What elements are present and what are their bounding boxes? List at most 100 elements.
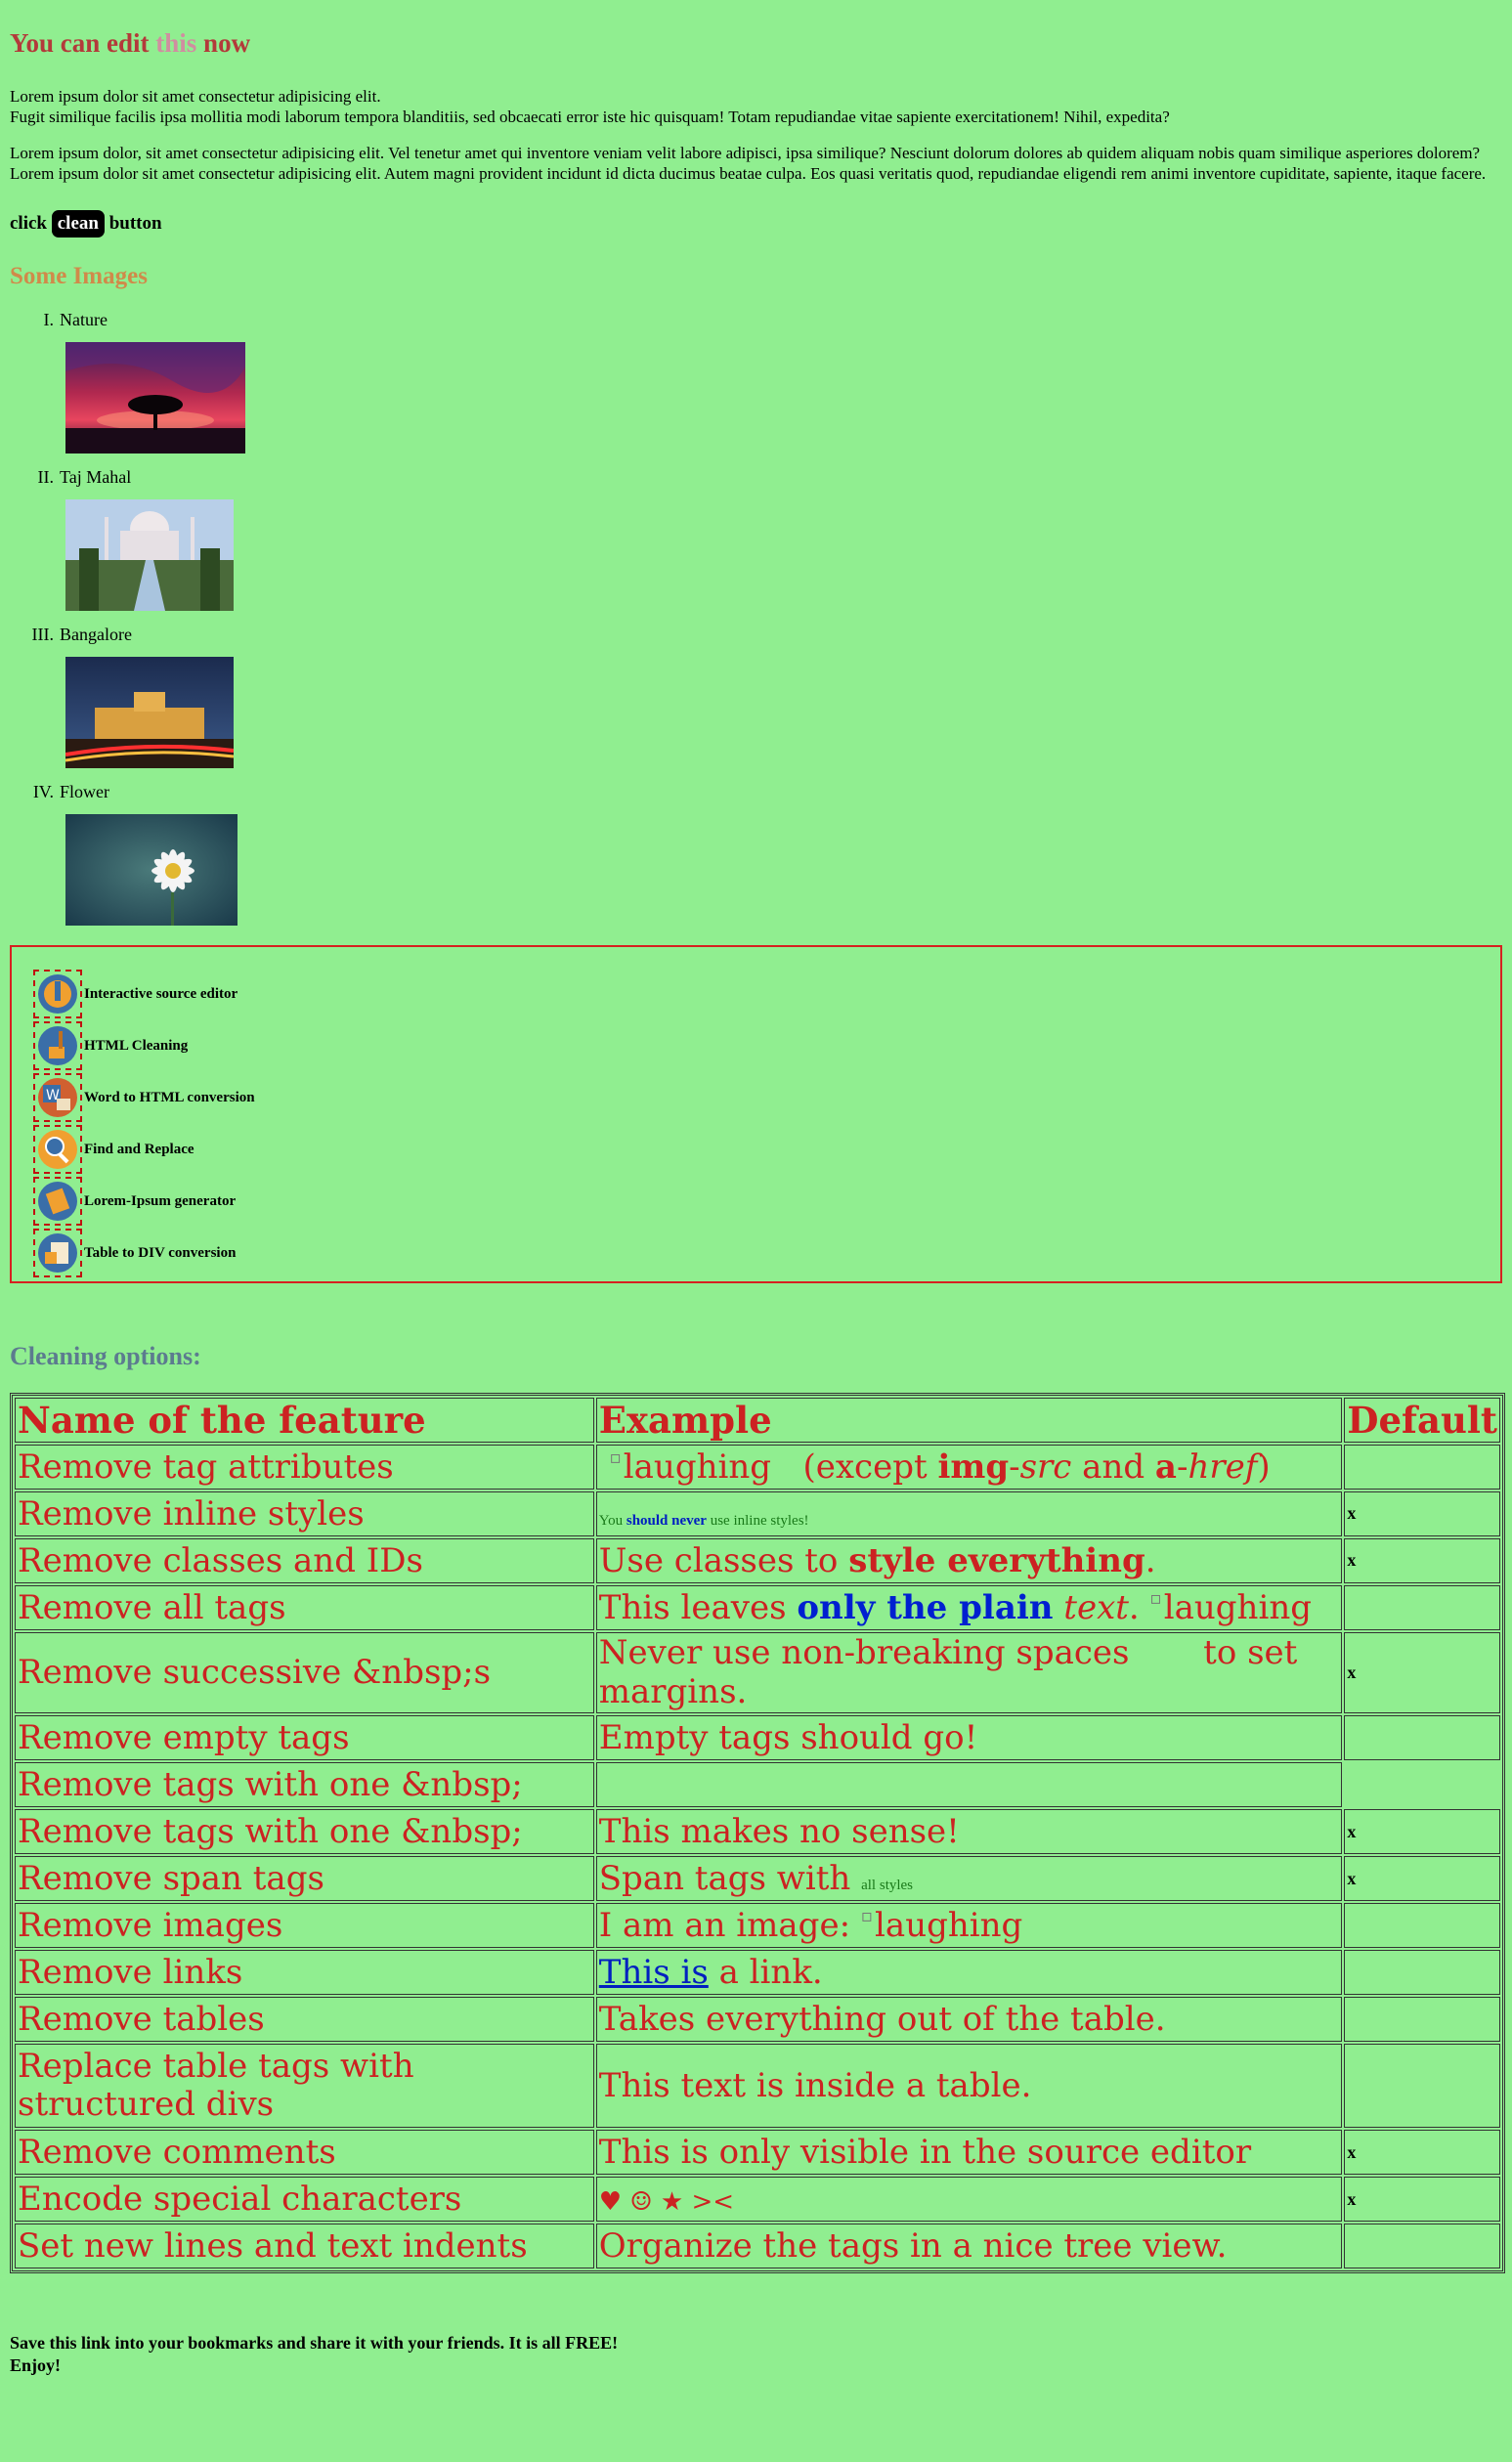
editor-icon [33, 970, 82, 1019]
default-value [1344, 1584, 1500, 1630]
table-row: Remove inline styles You should never us… [15, 1490, 1500, 1536]
title-part-3: now [196, 28, 251, 58]
default-value [1344, 2224, 1500, 2269]
feature-item[interactable]: HTML Cleaning [33, 1020, 1500, 1072]
table-header-row: Name of the feature Example Default [15, 1397, 1500, 1443]
feature-label: HTML Cleaning [84, 1037, 189, 1054]
feature-label: Word to HTML conversion [84, 1089, 255, 1105]
example-cell: Use classes to style everything. [595, 1537, 1343, 1583]
example-cell: You should never use inline styles! [595, 1490, 1343, 1536]
example-cell: Empty tags should go! [595, 1715, 1343, 1761]
footer-line-1: Save this link into your bookmarks and s… [10, 2333, 619, 2354]
table-row: Remove tag attributes laughing (except i… [15, 1444, 1500, 1490]
table-row: Remove all tags This leaves only the pla… [15, 1584, 1500, 1630]
table-row: Remove images I am an image: laughing [15, 1903, 1500, 1949]
example-link[interactable]: should never [626, 1513, 707, 1529]
page: You can edit this now Lorem ipsum dolor … [0, 0, 1512, 2376]
image-label: Nature [60, 309, 108, 329]
table-row: Remove links This is a link. [15, 1950, 1500, 1996]
default-value [1344, 1997, 1500, 2043]
example-cell: This is only visible in the source edito… [595, 2130, 1343, 2176]
click-pre: click [10, 212, 52, 234]
feature-label: Find and Replace [84, 1141, 194, 1157]
feature-label: Table to DIV conversion [84, 1244, 237, 1261]
image-label: Flower [60, 781, 109, 801]
image-item-taj: II. Taj Mahal [10, 467, 1502, 611]
example-cell: This text is inside a table. [595, 2044, 1343, 2129]
table-row: Remove span tags Span tags with all styl… [15, 1856, 1500, 1902]
example-cell: Span tags with all styles [595, 1856, 1343, 1902]
example-cell: This leaves only the plain text. laughin… [595, 1584, 1343, 1630]
default-value: x [1344, 1537, 1500, 1583]
feature-name: Remove comments [15, 2130, 594, 2176]
feature-name: Remove images [15, 1903, 594, 1949]
feature-name: Replace table tags with structured divs [15, 2044, 594, 2129]
table-row: Encode special characters ♥ ☺ ★ >< x [15, 2177, 1500, 2223]
table-row: Remove successive &nbsp;s Never use non-… [15, 1631, 1500, 1714]
title-part-1: You can edit [10, 28, 156, 58]
image-number: II. [37, 466, 55, 487]
default-value: x [1344, 2130, 1500, 2176]
example-cell: Never use non-breaking spaces to set mar… [595, 1631, 1343, 1714]
example-cell: Takes everything out of the table. [595, 1997, 1343, 2043]
broken-image-icon: laughing [610, 1447, 771, 1487]
feature-name: Remove classes and IDs [15, 1537, 594, 1583]
default-value [1344, 1715, 1500, 1761]
header-default: Default [1344, 1397, 1500, 1443]
feature-item[interactable]: Lorem-Ipsum generator [33, 1176, 1500, 1228]
feature-name: Set new lines and text indents [15, 2224, 594, 2269]
default-value: x [1344, 1490, 1500, 1536]
feature-panel: Interactive source editor HTML Cleaning … [10, 944, 1502, 1283]
table-row: Replace table tags with structured divs … [15, 2044, 1500, 2129]
broken-image-icon: laughing [861, 1906, 1022, 1945]
image-item-bangalore: III. Bangalore [10, 625, 1502, 768]
paragraph-line-1: Lorem ipsum dolor sit amet consectetur a… [10, 86, 381, 106]
word-icon: W [33, 1073, 82, 1123]
feature-name: Remove span tags [15, 1856, 594, 1902]
feature-item[interactable]: Find and Replace [33, 1124, 1500, 1176]
image-label: Taj Mahal [60, 466, 132, 487]
default-value [1344, 1903, 1500, 1949]
feature-name: Remove links [15, 1950, 594, 1996]
default-value: x [1344, 1856, 1500, 1902]
feature-item[interactable]: Interactive source editor [33, 969, 1500, 1020]
feature-name: Remove empty tags [15, 1715, 594, 1761]
image-label: Bangalore [60, 624, 132, 644]
example-cell: Organize the tags in a nice tree view. [595, 2224, 1343, 2269]
clean-button[interactable]: clean [51, 209, 105, 238]
images-heading: Some Images [10, 262, 148, 289]
feature-name: Remove tables [15, 1997, 594, 2043]
table-icon [33, 1229, 82, 1278]
tree-sunset-image [65, 341, 1502, 454]
image-number: IV. [32, 781, 54, 801]
example-link[interactable]: This is [599, 1953, 709, 1992]
example-cell: This makes no sense! [595, 1809, 1343, 1855]
table-row: Remove tables Takes everything out of th… [15, 1997, 1500, 2043]
default-value: x [1344, 1631, 1500, 1714]
default-value [1344, 1950, 1500, 1996]
default-value: x [1344, 2177, 1500, 2223]
intro-paragraph: Lorem ipsum dolor sit amet consectetur a… [10, 86, 1502, 128]
feature-name: Remove tag attributes [15, 1444, 594, 1490]
feature-name: Remove tags with one &nbsp; [15, 1762, 594, 1808]
feature-label: Interactive source editor [84, 985, 238, 1002]
feature-name: Remove inline styles [15, 1490, 594, 1536]
broken-image-icon: laughing [1150, 1588, 1312, 1627]
default-value [1344, 2044, 1500, 2129]
text-generator-icon [33, 1177, 82, 1227]
default-value [1344, 1762, 1500, 1807]
table-row: Remove empty tags Empty tags should go! [15, 1715, 1500, 1761]
bangalore-palace-image [65, 656, 1502, 768]
image-number: I. [43, 309, 55, 329]
table-row: Remove tags with one &nbsp; This makes n… [15, 1809, 1500, 1855]
feature-name: Encode special characters [15, 2177, 594, 2223]
example-cell: ♥ ☺ ★ >< [595, 2177, 1343, 2223]
click-post: button [104, 212, 162, 234]
feature-label: Lorem-Ipsum generator [84, 1192, 237, 1209]
feature-item[interactable]: Table to DIV conversion [33, 1228, 1500, 1279]
example-cell: I am an image: laughing [595, 1903, 1343, 1949]
daisy-flower-image [65, 813, 1502, 926]
header-example: Example [595, 1397, 1343, 1443]
feature-item[interactable]: W Word to HTML conversion [33, 1072, 1500, 1124]
page-title: You can edit this now [10, 28, 1502, 59]
